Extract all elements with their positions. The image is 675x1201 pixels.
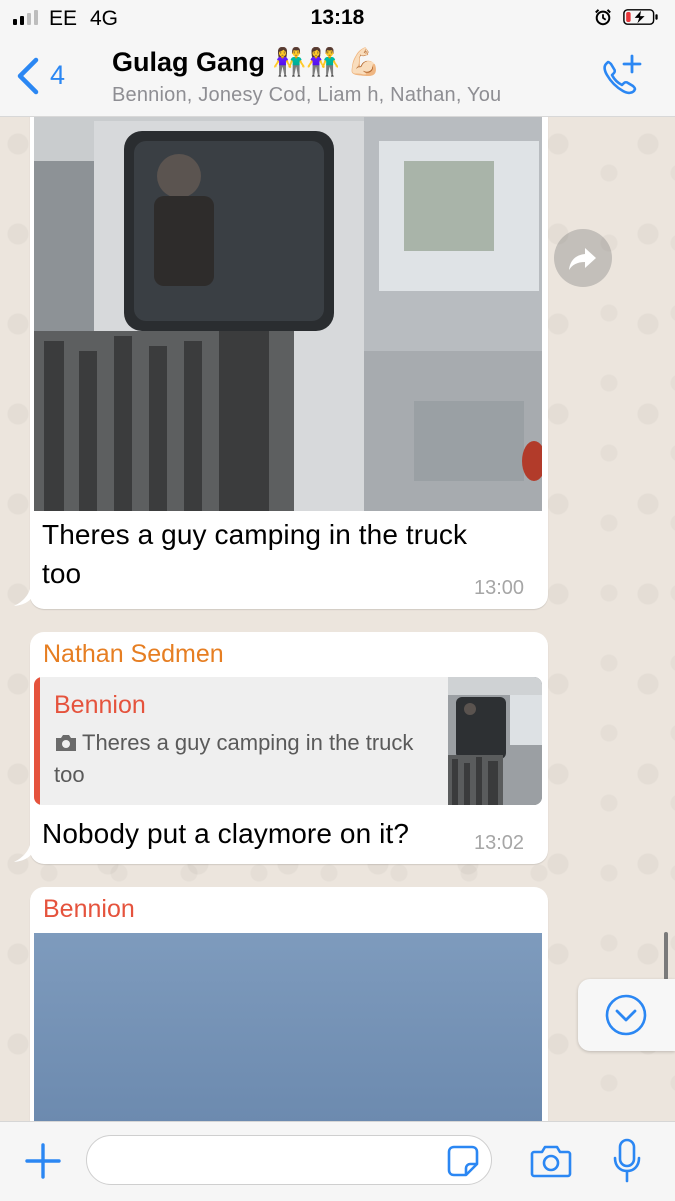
message-text-line2: too: [42, 558, 82, 589]
quote-accent-bar: [34, 677, 40, 805]
message-sender[interactable]: Bennion: [43, 895, 135, 924]
microphone-icon[interactable]: [612, 1138, 642, 1184]
quoted-image-thumbnail: [448, 677, 542, 805]
unread-chats-count[interactable]: 4: [50, 60, 65, 91]
back-chevron-icon[interactable]: [14, 56, 42, 96]
chevron-down-circle-icon: [605, 994, 647, 1036]
camera-icon: [56, 735, 76, 751]
message-time: 13:02: [474, 832, 525, 854]
alarm-clock-icon: [595, 9, 611, 26]
message-list[interactable]: Theres a guy camping in the truck too 13…: [0, 117, 675, 1121]
chat-title[interactable]: Gulag Gang 👫👫 💪🏻: [112, 46, 381, 78]
truck-photo-image: [34, 117, 542, 511]
message-input[interactable]: [86, 1135, 492, 1185]
scroll-to-bottom-button[interactable]: [578, 979, 675, 1051]
sticker-icon[interactable]: [446, 1144, 480, 1178]
message-text: Nobody put a claymore on it?: [42, 818, 410, 849]
add-call-icon[interactable]: [596, 52, 644, 100]
message-time: 13:00: [474, 577, 525, 599]
truck-thumbnail-image: [448, 677, 542, 805]
quoted-sender: Bennion: [54, 691, 146, 719]
quoted-text-content: Theres a guy camping in the truck too: [54, 730, 414, 787]
camera-icon[interactable]: [530, 1142, 572, 1180]
forward-arrow-icon: [569, 248, 596, 270]
chat-header: 4 Gulag Gang 👫👫 💪🏻 Bennion, Jonesy Cod, …: [0, 36, 675, 117]
quoted-text: Theres a guy camping in the truck too: [54, 727, 414, 791]
sky-photo[interactable]: [34, 933, 542, 1121]
truck-photo[interactable]: [34, 117, 542, 511]
reply-message[interactable]: Nathan Sedmen Bennion Theres a guy campi…: [30, 632, 548, 864]
quoted-message[interactable]: Bennion Theres a guy camping in the truc…: [34, 677, 542, 805]
message-text-line1: Theres a guy camping in the truck: [42, 519, 468, 550]
message-sender[interactable]: Nathan Sedmen: [43, 640, 224, 669]
status-bar: EE 4G 13:18: [0, 0, 675, 36]
scrollbar[interactable]: [664, 932, 668, 980]
composer-bar: [0, 1121, 675, 1201]
forward-button[interactable]: [554, 229, 612, 287]
attach-plus-icon[interactable]: [24, 1142, 62, 1180]
bubble-tail: [14, 589, 36, 606]
chat-participants[interactable]: Bennion, Jonesy Cod, Liam h, Nathan, You: [112, 84, 501, 107]
bubble-tail: [14, 845, 36, 862]
battery-low-charging-icon: [623, 9, 658, 25]
clock: 13:18: [310, 6, 365, 29]
image-message[interactable]: Bennion: [30, 887, 548, 1121]
image-message[interactable]: Theres a guy camping in the truck too 13…: [30, 117, 548, 609]
